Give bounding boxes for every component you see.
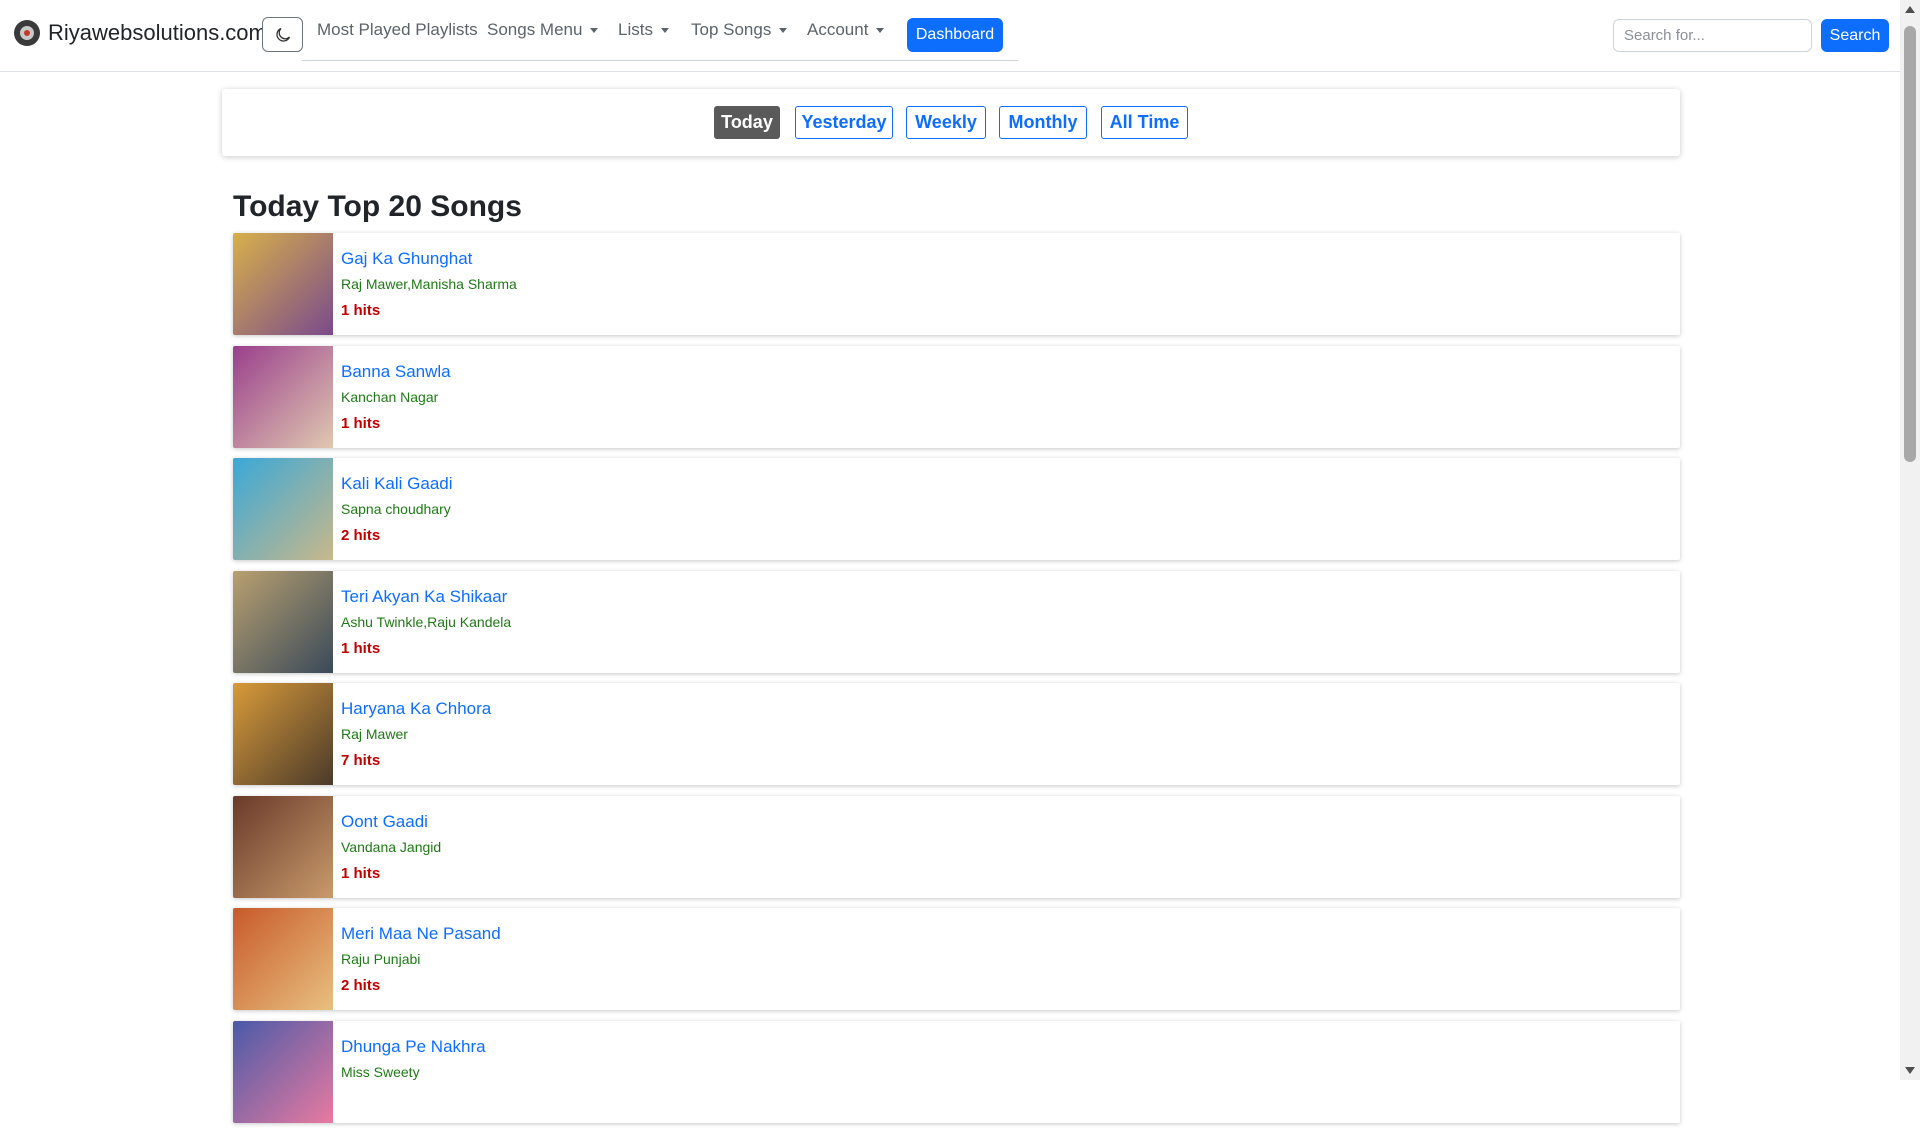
song-title-link[interactable]: Gaj Ka Ghunghat	[341, 249, 472, 269]
song-list: Gaj Ka Ghunghat Raj Mawer,Manisha Sharma…	[233, 233, 1680, 1133]
song-artist: Ashu Twinkle,Raju Kandela	[341, 613, 512, 630]
song-artist: Sapna choudhary	[341, 501, 451, 517]
dashboard-button[interactable]: Dashboard	[907, 18, 1003, 52]
caret-down-icon	[660, 27, 669, 33]
song-item: Gaj Ka Ghunghat Raj Mawer,Manisha Sharma…	[233, 233, 1680, 335]
song-hits: 1 hits	[341, 414, 381, 432]
song-thumbnail[interactable]	[233, 233, 333, 335]
song-artist: Raj Mawer,Manisha Sharma	[341, 276, 517, 292]
song-title-link[interactable]: Haryana Ka Chhora	[341, 699, 491, 719]
song-item: Kali Kali Gaadi Sapna choudhary 2 hits	[233, 458, 1680, 560]
scroll-thumb[interactable]	[1904, 26, 1916, 462]
song-hits: 2 hits	[341, 527, 381, 544]
song-hits: 7 hits	[341, 752, 381, 769]
nav-songs-menu[interactable]: Songs Menu	[487, 20, 599, 40]
song-item: Meri Maa Ne Pasand Raju Punjabi 2 hits	[233, 908, 1680, 1010]
section-title: Today Top 20 Songs	[233, 190, 522, 223]
song-thumbnail[interactable]	[233, 345, 333, 448]
song-item: Banna Sanwla Kanchan Nagar 1 hits	[233, 345, 1680, 448]
caret-down-icon	[876, 27, 885, 33]
song-hits: 1 hits	[341, 302, 381, 319]
song-thumbnail[interactable]	[233, 570, 333, 673]
filter-weekly-button[interactable]: Weekly	[906, 106, 986, 139]
song-item: Haryana Ka Chhora Raj Mawer 7 hits	[233, 683, 1680, 785]
filter-monthly-button[interactable]: Monthly	[999, 106, 1087, 139]
search-button[interactable]: Search	[1821, 19, 1889, 52]
song-title-link[interactable]: Meri Maa Ne Pasand	[341, 924, 501, 944]
vinyl-record-icon	[14, 20, 40, 46]
song-artist: Raju Punjabi	[341, 951, 421, 967]
song-artist: Miss Sweety	[341, 1063, 420, 1080]
song-artist: Raj Mawer	[341, 726, 408, 742]
song-thumbnail[interactable]	[233, 795, 333, 898]
brand-name: Riyawebsolutions.com	[48, 20, 267, 45]
filter-all-time-button[interactable]: All Time	[1101, 106, 1188, 139]
filter-today-button[interactable]: Today	[714, 106, 780, 139]
song-item: Teri Akyan Ka Shikaar Ashu Twinkle,Raju …	[233, 570, 1680, 673]
song-artist: Vandana Jangid	[341, 838, 442, 855]
search-input[interactable]	[1613, 19, 1812, 52]
song-hits: 2 hits	[341, 977, 381, 994]
song-hits: 1 hits	[341, 864, 381, 882]
song-item: Dhunga Pe Nakhra Miss Sweety	[233, 1020, 1680, 1123]
song-thumbnail[interactable]	[233, 1020, 333, 1123]
song-item: Oont Gaadi Vandana Jangid 1 hits	[233, 795, 1680, 898]
time-filter-card: Today Yesterday Weekly Monthly All Time	[222, 89, 1680, 156]
song-thumbnail[interactable]	[233, 683, 333, 785]
nav-most-played-playlists[interactable]: Most Played Playlists	[317, 20, 478, 40]
nav-top-songs[interactable]: Top Songs	[691, 20, 788, 40]
caret-down-icon	[590, 27, 599, 33]
moon-icon	[275, 27, 290, 42]
top-navbar: Riyawebsolutions.com Most Played Playlis…	[0, 0, 1900, 72]
filter-yesterday-button[interactable]: Yesterday	[795, 106, 893, 139]
song-thumbnail[interactable]	[233, 908, 333, 1010]
song-title-link[interactable]: Teri Akyan Ka Shikaar	[341, 587, 507, 607]
song-title-link[interactable]: Oont Gaadi	[341, 812, 428, 832]
song-title-link[interactable]: Dhunga Pe Nakhra	[341, 1037, 486, 1057]
theme-toggle-button[interactable]	[262, 17, 303, 52]
song-artist: Kanchan Nagar	[341, 388, 439, 405]
page-scrollbar[interactable]	[1900, 0, 1920, 1080]
caret-down-icon	[779, 27, 788, 33]
song-thumbnail[interactable]	[233, 458, 333, 560]
song-hits: 1 hits	[341, 639, 381, 657]
song-title-link[interactable]: Banna Sanwla	[341, 362, 451, 382]
nav-lists[interactable]: Lists	[618, 20, 669, 40]
brand-link[interactable]: Riyawebsolutions.com	[14, 20, 267, 46]
song-title-link[interactable]: Kali Kali Gaadi	[341, 474, 453, 494]
nav-account[interactable]: Account	[807, 20, 885, 40]
scroll-up-arrow-icon[interactable]	[1905, 6, 1915, 13]
scroll-down-arrow-icon[interactable]	[1905, 1067, 1915, 1074]
